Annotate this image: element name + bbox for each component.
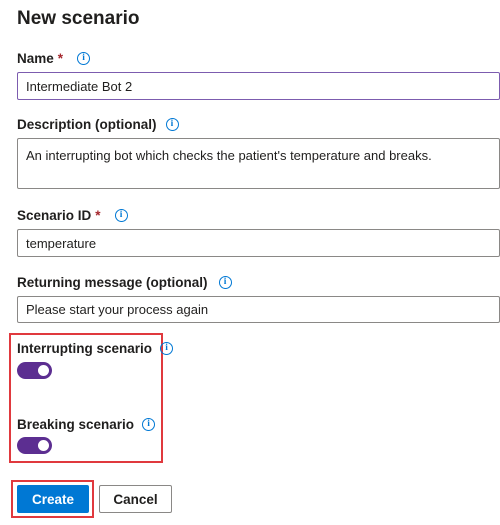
scenario-id-label-row: Scenario ID * i [17,208,128,223]
info-icon[interactable]: i [165,118,179,131]
breaking-label-row: Breaking scenario i [17,417,156,432]
name-label: Name [17,51,54,66]
info-icon[interactable]: i [114,209,128,222]
description-label-row: Description (optional) i [17,117,179,132]
info-icon[interactable]: i [160,342,174,355]
create-button[interactable]: Create [17,485,89,513]
toggle-knob [38,365,49,376]
interrupting-label: Interrupting scenario [17,341,153,356]
info-icon[interactable]: i [218,276,232,289]
breaking-toggle[interactable] [17,437,52,454]
scenario-id-label: Scenario ID [17,208,92,223]
description-label: Description (optional) [17,117,157,132]
scenario-id-input[interactable] [17,229,500,257]
breaking-label: Breaking scenario [17,417,135,432]
returning-message-input[interactable] [17,296,500,323]
toggle-knob [38,440,49,451]
info-icon[interactable]: i [142,418,156,431]
interrupting-toggle[interactable] [17,362,52,379]
info-icon[interactable]: i [77,52,91,65]
required-mark: * [57,51,64,66]
name-label-row: Name * i [17,51,91,66]
page-title: New scenario [17,8,140,29]
cancel-button[interactable]: Cancel [99,485,172,513]
required-mark: * [95,208,101,223]
returning-message-label-row: Returning message (optional) i [17,275,232,290]
name-input[interactable] [17,72,500,100]
description-textarea[interactable]: An interrupting bot which checks the pat… [17,138,500,189]
interrupting-label-row: Interrupting scenario i [17,341,174,356]
returning-message-label: Returning message (optional) [17,275,208,290]
